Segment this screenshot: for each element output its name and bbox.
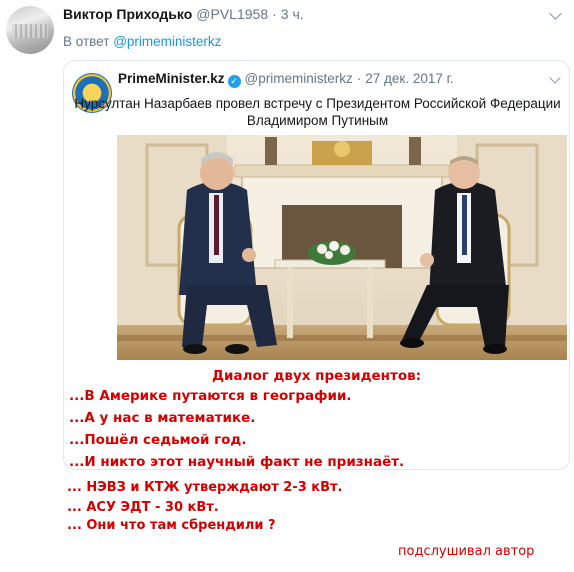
reply-prefix: В ответ [63,34,110,49]
note-line: ... АСУ ЭДТ - 30 кВт. [67,500,219,515]
user-avatar[interactable] [6,6,54,54]
meeting-photo[interactable] [117,135,567,360]
quoted-tweet[interactable]: PrimeMinister.kz ✓ @primeministerkz · 27… [63,60,570,470]
quoted-tweet-text: Нурсултан Назарбаев провел встречу с Пре… [64,95,569,129]
meeting-photo-illustration [117,135,567,360]
tweet-header: Виктор Приходько @PVL1958 · 3 ч. [63,6,304,24]
quoted-tweet-date[interactable]: 27 дек. 2017 г. [365,71,453,86]
header-separator: · [272,6,277,22]
reply-context: В ответ @primeministerkz [63,34,221,49]
quoted-author-handle[interactable]: @primeministerkz [245,71,353,86]
note-line: ... Они что там сбрендили ? [67,518,276,533]
quoted-text-line-1: Нурсултан Назарбаев провел встречу с Пре… [74,96,561,111]
signature-text: подслушивал автор [398,544,535,559]
caption-line: ...В Америке путаются в географии. [69,388,352,404]
quoted-tweet-header: PrimeMinister.kz ✓ @primeministerkz · 27… [118,71,454,89]
note-line: ... НЭВЗ и КТЖ утверждают 2-3 кВт. [67,480,343,495]
tweet: Виктор Приходько @PVL1958 · 3 ч. В ответ… [0,0,574,572]
caption-line: ...Пошёл седьмой год. [69,432,247,448]
tweet-timestamp[interactable]: 3 ч. [281,6,304,22]
quoted-header-separator: · [356,71,362,86]
author-handle[interactable]: @PVL1958 [196,6,268,22]
caption-title: Диалог двух президентов: [212,368,422,384]
verified-badge-icon: ✓ [227,75,241,88]
quoted-text-line-2: Владимиром Путиным [246,113,389,128]
caption-line: ...И никто этот научный факт не признаёт… [69,454,405,470]
tweet-menu-chevron-icon[interactable] [549,7,562,20]
quoted-author-name[interactable]: PrimeMinister.kz [118,71,225,86]
quoted-menu-chevron-icon[interactable] [549,72,561,84]
caption-line: ...А у нас в математике. [69,410,256,426]
author-name[interactable]: Виктор Приходько [63,6,192,22]
reply-mention-link[interactable]: @primeministerkz [113,34,221,49]
